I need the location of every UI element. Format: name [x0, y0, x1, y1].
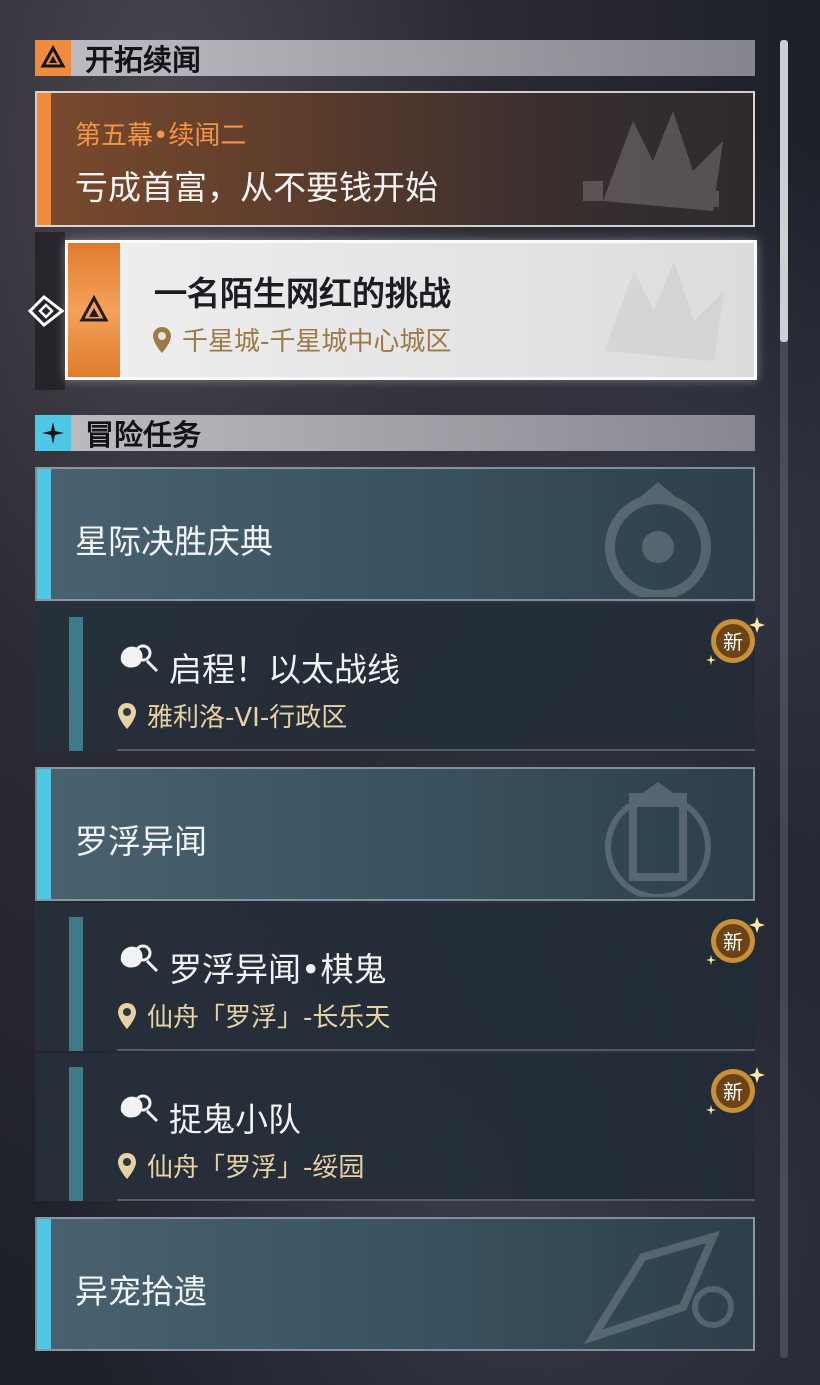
emblem-icon — [583, 1230, 734, 1345]
section-title: 冒险任务 — [85, 418, 202, 452]
new-badge: 新 — [705, 615, 765, 667]
divider — [117, 1199, 755, 1201]
trailblaze-chapter-card[interactable]: 第五幕•续闻二 亏成首富，从不要钱开始 — [35, 91, 755, 227]
section-header-adventure: 冒险任务 — [35, 415, 755, 452]
emblem-icon — [583, 111, 723, 211]
quest-location: 千星城-千星城中心城区 — [152, 321, 451, 358]
emblem-icon — [605, 782, 711, 897]
adventure-icon — [35, 415, 71, 451]
group-title: 罗浮异闻 — [75, 822, 207, 861]
quest-item[interactable]: 罗浮异闻•棋鬼 仙舟「罗浮」-长乐天 新 — [35, 903, 765, 1051]
trailblaze-quest-icon — [79, 294, 109, 322]
quest-indent-bar — [69, 617, 83, 751]
group-title: 星际决胜庆典 — [75, 522, 273, 561]
quest-location: 仙舟「罗浮」-长乐天 — [117, 997, 390, 1034]
section-title: 开拓续闻 — [85, 43, 202, 77]
quest-item[interactable]: 启程！以太战线 雅利洛-VI-行政区 新 — [35, 603, 765, 751]
quest-indent-bar — [69, 917, 83, 1051]
divider — [117, 749, 755, 751]
trailblaze-quest-item[interactable]: 一名陌生网红的挑战 千星城-千星城中心城区 — [65, 240, 757, 380]
location-text: 千星城-千星城中心城区 — [182, 327, 452, 357]
quest-title: 罗浮异闻•棋鬼 — [169, 950, 387, 989]
quest-group-card[interactable]: 罗浮异闻 — [35, 767, 755, 901]
new-badge: 新 — [705, 915, 765, 967]
scrollbar[interactable] — [780, 40, 788, 1358]
location-text: 仙舟「罗浮」-绥园 — [147, 1153, 365, 1183]
adventure-quest-icon — [120, 1094, 159, 1123]
location-pin-icon — [118, 702, 136, 729]
adventure-quest-icon — [120, 944, 159, 973]
card-accent — [37, 1219, 51, 1349]
svg-text:新: 新 — [723, 630, 743, 654]
section-header-trailblaze: 开拓续闻 — [35, 40, 755, 77]
location-text: 仙舟「罗浮」-长乐天 — [147, 1003, 391, 1033]
group-title: 异宠拾遗 — [75, 1272, 207, 1311]
emblem-icon — [605, 482, 711, 597]
selected-pointer-icon — [27, 295, 65, 327]
trailblaze-icon — [35, 40, 71, 76]
quest-type-tab — [68, 243, 120, 377]
new-badge: 新 — [705, 1065, 765, 1117]
location-pin-icon — [118, 1002, 136, 1029]
quest-indent-bar — [69, 1067, 83, 1201]
adventure-quest-icon — [120, 644, 159, 673]
location-text: 雅利洛-VI-行政区 — [147, 703, 348, 733]
quest-title: 捉鬼小队 — [169, 1100, 301, 1139]
card-accent — [37, 769, 51, 899]
location-pin-icon — [153, 326, 171, 353]
quest-group-card[interactable]: 异宠拾遗 — [35, 1217, 755, 1351]
quest-group-card[interactable]: 星际决胜庆典 — [35, 467, 755, 601]
location-pin-icon — [118, 1152, 136, 1179]
quest-item[interactable]: 捉鬼小队 仙舟「罗浮」-绥园 新 — [35, 1053, 765, 1201]
quest-title: 启程！以太战线 — [169, 650, 400, 689]
quest-location: 雅利洛-VI-行政区 — [117, 697, 347, 734]
quest-title: 一名陌生网红的挑战 — [154, 274, 451, 313]
chapter-subtitle: 第五幕•续闻二 — [75, 121, 247, 151]
card-accent — [37, 469, 51, 599]
scrollbar-thumb[interactable] — [780, 40, 788, 342]
quest-location: 仙舟「罗浮」-绥园 — [117, 1147, 364, 1184]
card-accent — [37, 93, 51, 225]
svg-text:新: 新 — [723, 930, 743, 954]
chapter-title: 亏成首富，从不要钱开始 — [75, 168, 438, 207]
divider — [117, 1049, 755, 1051]
svg-text:新: 新 — [723, 1080, 743, 1104]
emblem-icon — [604, 261, 724, 361]
